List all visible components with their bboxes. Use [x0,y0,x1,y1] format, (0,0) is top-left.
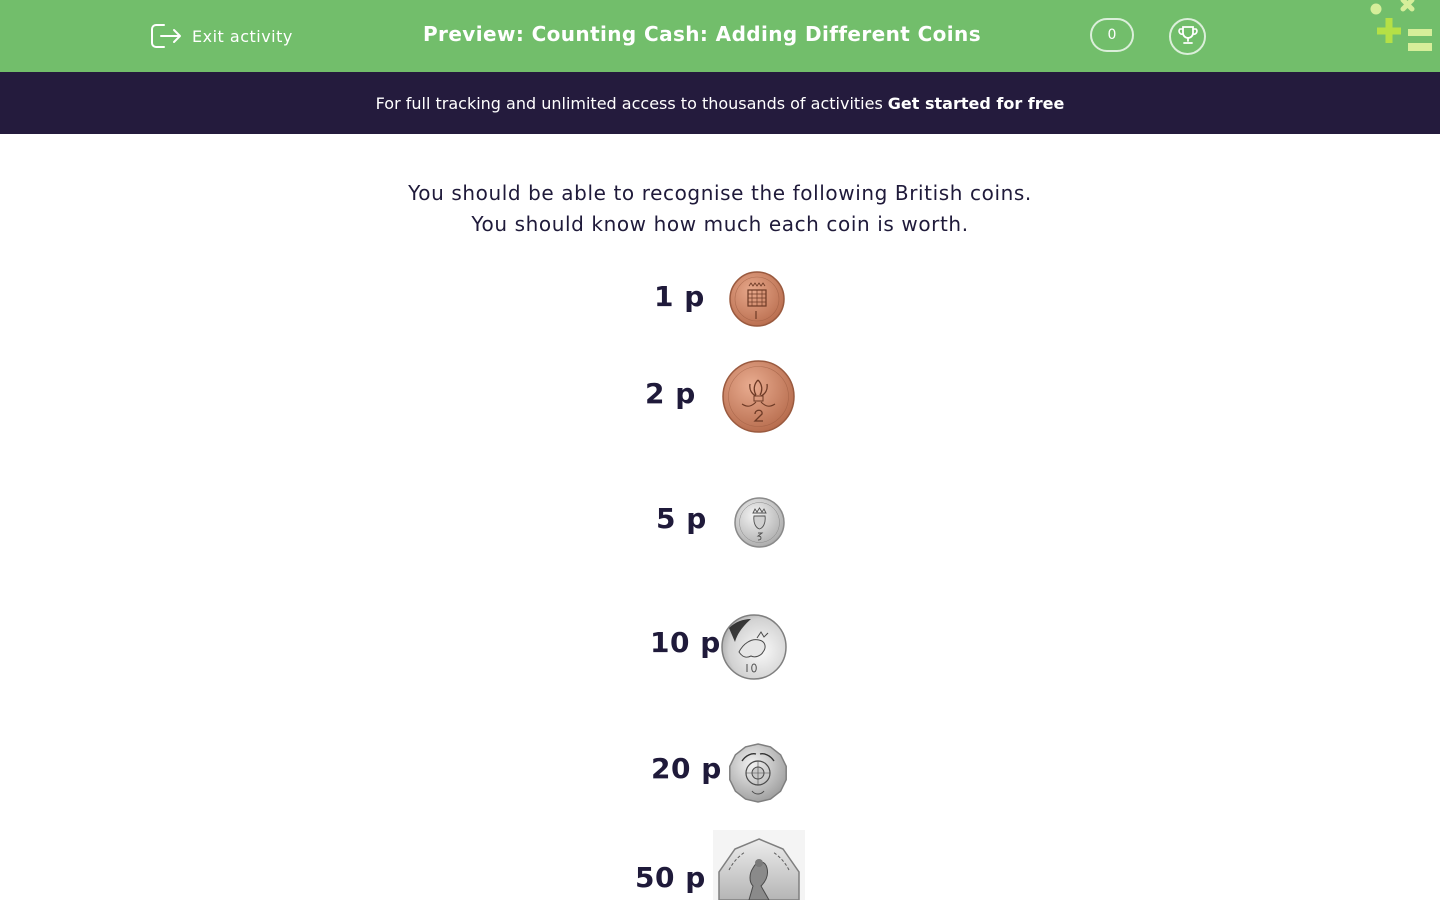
edplace-logo-icon [1366,0,1440,56]
coin-label-2p: 2 p [645,377,696,410]
twenty-pence-coin-icon [728,743,788,807]
get-started-link[interactable]: Get started for free [888,94,1065,113]
coin-label-10p: 10 p [650,626,721,659]
trophy-button[interactable] [1169,18,1206,55]
exit-icon [150,22,182,50]
coin-label-20p: 20 p [651,752,722,785]
one-penny-coin-icon [729,271,785,331]
trophy-icon [1177,24,1199,50]
intro-text: You should be able to recognise the foll… [0,178,1440,240]
coin-label-5p: 5 p [656,502,707,535]
promo-banner: For full tracking and unlimited access t… [0,72,1440,134]
fifty-pence-coin-icon [713,830,805,904]
intro-line-1: You should be able to recognise the foll… [408,181,1032,205]
exit-activity-label: Exit activity [192,26,293,46]
ten-pence-coin-icon [721,614,787,684]
five-pence-coin-icon [734,497,785,552]
score-badge: 0 [1090,18,1134,52]
two-pence-coin-icon [722,360,795,437]
exit-activity-button[interactable]: Exit activity [150,20,293,52]
promo-text: For full tracking and unlimited access t… [375,93,883,113]
top-bar: Exit activity Preview: Counting Cash: Ad… [0,0,1440,72]
page-title: Preview: Counting Cash: Adding Different… [423,22,981,46]
coin-label-1p: 1 p [654,280,705,313]
coin-label-50p: 50 p [635,861,706,894]
intro-line-2: You should know how much each coin is wo… [471,212,969,236]
